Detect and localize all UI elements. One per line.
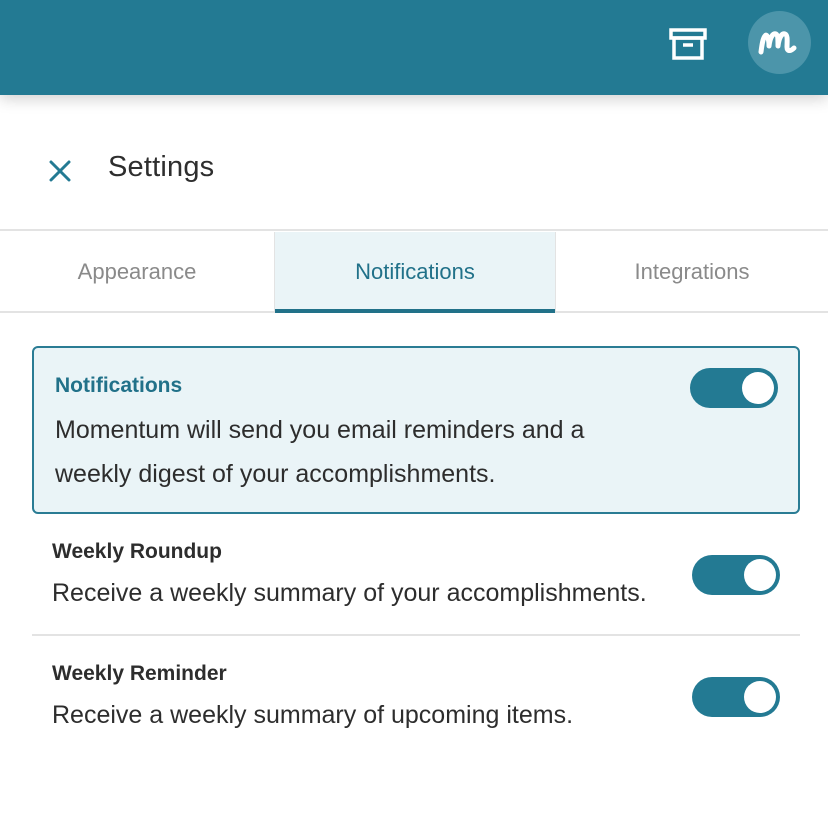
tab-appearance[interactable]: Appearance — [0, 232, 274, 311]
weekly-reminder-description: Receive a weekly summary of upcoming ite… — [52, 701, 574, 729]
weekly-reminder-title: Weekly Reminder — [52, 662, 227, 685]
tab-notifications[interactable]: Notifications — [274, 232, 556, 313]
archive-icon[interactable] — [666, 24, 710, 64]
settings-header: Settings — [0, 95, 828, 231]
notifications-setting-description: Momentum will send you email reminders a… — [55, 416, 585, 488]
weekly-roundup-description: Receive a weekly summary of your accompl… — [52, 579, 647, 607]
settings-tabs: Appearance Notifications Integrations — [0, 232, 828, 313]
notifications-setting-title: Notifications — [55, 374, 183, 397]
top-app-bar — [0, 0, 828, 95]
weekly-roundup-setting: Weekly Roundup Receive a weekly summary … — [32, 516, 800, 636]
weekly-roundup-title: Weekly Roundup — [52, 540, 222, 563]
page-title: Settings — [108, 151, 215, 183]
weekly-reminder-toggle[interactable] — [692, 677, 780, 717]
tab-integrations[interactable]: Integrations — [556, 232, 828, 311]
toggle-knob — [742, 372, 774, 404]
notifications-setting-card: Notifications Momentum will send you ema… — [32, 346, 800, 514]
toggle-knob — [744, 681, 776, 713]
weekly-roundup-toggle[interactable] — [692, 555, 780, 595]
momentum-logo-icon — [758, 30, 796, 54]
avatar[interactable] — [748, 11, 811, 74]
close-icon[interactable] — [44, 155, 76, 187]
notifications-toggle[interactable] — [690, 368, 778, 408]
weekly-reminder-setting: Weekly Reminder Receive a weekly summary… — [32, 638, 800, 758]
toggle-knob — [744, 559, 776, 591]
